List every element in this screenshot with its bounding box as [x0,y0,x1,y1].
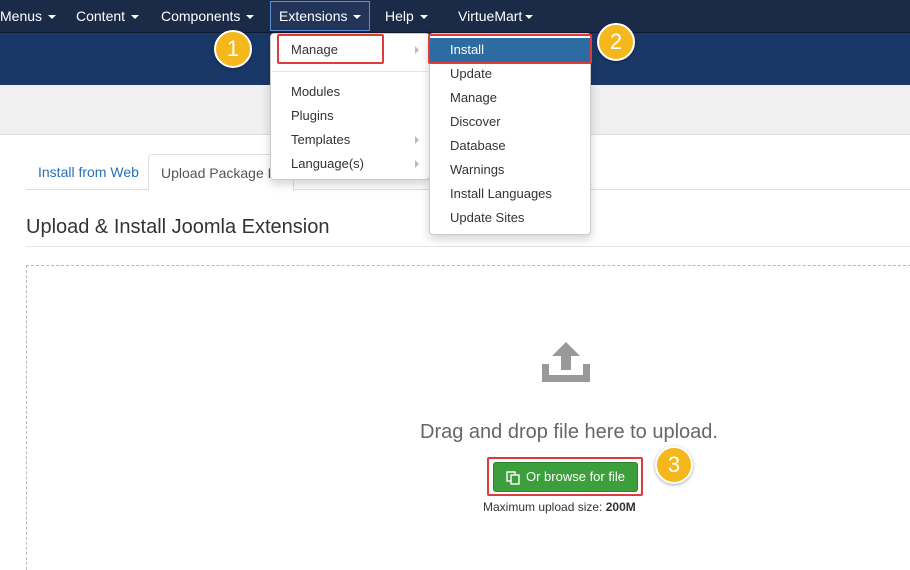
menu-item-modules-label: Modules [291,84,341,99]
menu-item-plugins[interactable]: Plugins [271,104,429,128]
submenu-item-update-sites-label: Update Sites [450,210,525,225]
submenu-item-update-sites[interactable]: Update Sites [430,206,590,230]
caret-down-icon [131,15,140,20]
tab-install-from-web-label: Install from Web [38,164,139,180]
menu-item-modules[interactable]: Modules [271,80,429,104]
submenu-item-update-label: Update [450,66,492,81]
max-upload-size: Maximum upload size: 200M [483,500,636,514]
submenu-item-update[interactable]: Update [430,62,590,86]
nav-content-label: Content [76,8,126,24]
drag-drop-instruction: Drag and drop file here to upload. [420,421,718,443]
title-divider [26,246,910,247]
submenu-item-manage[interactable]: Manage [430,86,590,110]
submenu-item-database-label: Database [450,138,506,153]
menu-item-templates[interactable]: Templates [271,128,429,152]
submenu-item-database[interactable]: Database [430,134,590,158]
top-navigation-bar: Menus Content Components Extensions Help… [0,0,910,33]
nav-menus[interactable]: Menus [0,0,57,33]
chevron-right-icon [415,136,419,144]
page-title: Upload & Install Joomla Extension [26,216,330,238]
nav-content[interactable]: Content [76,0,140,33]
highlight-manage [277,34,384,64]
nav-components-label: Components [161,8,241,24]
caret-down-icon [419,15,428,20]
max-upload-label: Maximum upload size: [483,500,603,514]
chevron-right-icon [415,46,419,54]
tab-upload-package-file-label: Upload Package Fi [161,165,280,181]
nav-help[interactable]: Help [385,0,428,33]
upload-icon [542,342,590,382]
nav-virtuemart-label: VirtueMart [458,8,523,24]
submenu-item-discover-label: Discover [450,114,501,129]
step-badge-1: 1 [214,30,252,68]
submenu-item-install-languages[interactable]: Install Languages [430,182,590,206]
menu-item-plugins-label: Plugins [291,108,334,123]
step-badge-2: 2 [597,23,635,61]
nav-extensions-label: Extensions [279,8,348,24]
nav-help-label: Help [385,8,414,24]
caret-down-icon [48,15,57,20]
menu-item-languages[interactable]: Language(s) [271,152,429,176]
submenu-item-discover[interactable]: Discover [430,110,590,134]
max-upload-value: 200M [605,500,636,514]
nav-extensions[interactable]: Extensions [270,1,371,31]
nav-menus-label: Menus [0,8,43,24]
caret-down-icon [246,15,255,20]
nav-virtuemart[interactable]: VirtueMart [458,0,534,33]
chevron-right-icon [415,160,419,168]
upload-drop-zone[interactable] [26,265,910,570]
highlight-install [428,34,592,64]
caret-down-icon [353,15,362,20]
caret-down-icon [525,15,534,20]
step-badge-3: 3 [655,446,693,484]
submenu-item-warnings[interactable]: Warnings [430,158,590,182]
submenu-item-install-languages-label: Install Languages [450,186,552,201]
menu-item-languages-label: Language(s) [291,156,364,171]
highlight-browse-button [487,457,643,496]
menu-divider [272,71,428,72]
nav-components[interactable]: Components [161,0,255,33]
submenu-item-manage-label: Manage [450,90,497,105]
menu-item-templates-label: Templates [291,132,351,147]
submenu-item-warnings-label: Warnings [450,162,505,177]
tab-install-from-web[interactable]: Install from Web [26,154,151,190]
